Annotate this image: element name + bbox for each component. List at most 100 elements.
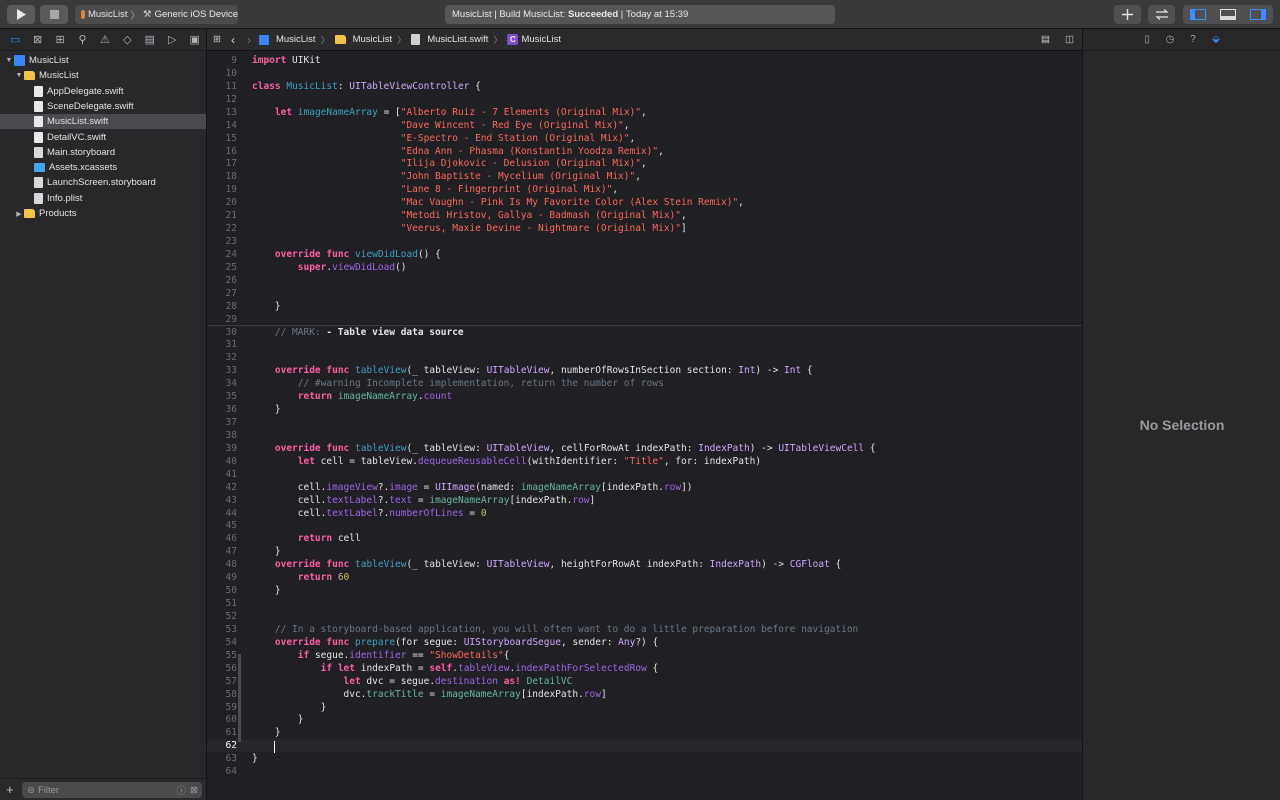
code-line[interactable]: 52 — [207, 610, 1082, 623]
code-line[interactable]: 56 if let indexPath = self.tableView.ind… — [207, 662, 1082, 675]
source-editor[interactable]: 9 import UIKit 10 11 class MusicList: UITabl… — [207, 51, 1082, 800]
jumpbar-group[interactable]: MusicList — [334, 34, 392, 45]
code-line[interactable]: 39 override func tableView(_ tableView: … — [207, 442, 1082, 455]
file-tree-item[interactable]: ▶ Products — [0, 206, 206, 221]
test-icon[interactable]: ◇ — [116, 33, 138, 46]
code-line[interactable]: 25 super.viewDidLoad() — [207, 261, 1082, 274]
code-line[interactable]: 58 dvc.trackTitle = imageNameArray[index… — [207, 688, 1082, 701]
add-editor-icon[interactable]: ◫ — [1065, 34, 1074, 45]
code-line[interactable]: 9 import UIKit — [207, 54, 1082, 67]
stop-button[interactable] — [40, 5, 68, 24]
code-line[interactable]: 59 } — [207, 701, 1082, 714]
code-line[interactable]: 21 "Metodi Hristov, Gallya - Badmash (Or… — [207, 209, 1082, 222]
code-review-button[interactable] — [1148, 5, 1175, 24]
code-line[interactable]: 64 — [207, 765, 1082, 778]
report-icon[interactable]: ▣ — [184, 33, 206, 46]
code-line[interactable]: 61 } — [207, 726, 1082, 739]
code-line[interactable]: 35 return imageNameArray.count — [207, 390, 1082, 403]
code-line[interactable]: 30 // MARK: - Table view data source — [207, 326, 1082, 339]
history-icon[interactable]: ◷ — [1164, 34, 1177, 45]
forward-button[interactable]: › — [247, 33, 251, 47]
code-line[interactable]: 62 — [207, 739, 1082, 753]
code-line[interactable]: 27 — [207, 287, 1082, 300]
folder-icon[interactable]: ▭ — [4, 33, 26, 46]
file-tree-item[interactable]: Main.storyboard — [0, 145, 206, 160]
jumpbar-file[interactable]: MusicList.swift — [411, 34, 488, 45]
code-line[interactable]: 24 override func viewDidLoad() { — [207, 248, 1082, 261]
navigator-toggle-icon[interactable] — [1190, 9, 1206, 20]
code-line[interactable]: 46 return cell — [207, 532, 1082, 545]
file-tree-item[interactable]: ▼ MusicList — [0, 68, 206, 83]
inspector-toggle-icon[interactable] — [1250, 9, 1266, 20]
code-line[interactable]: 17 "Ilija Djokovic - Delusion (Original … — [207, 157, 1082, 170]
code-line[interactable]: 47 } — [207, 545, 1082, 558]
add-icon[interactable]: + — [6, 783, 14, 796]
code-line[interactable]: 15 "E-Spectro - End Station (Original Mi… — [207, 132, 1082, 145]
code-line[interactable]: 28 } — [207, 300, 1082, 313]
code-line[interactable]: 57 let dvc = segue.destination as! Detai… — [207, 675, 1082, 688]
symbol-icon[interactable]: ⊞ — [49, 33, 71, 46]
related-items-icon[interactable]: ⊞ — [213, 34, 221, 45]
attributes-icon[interactable]: ⬙ — [1210, 34, 1223, 45]
code-line[interactable]: 33 override func tableView(_ tableView: … — [207, 364, 1082, 377]
file-tree-item[interactable]: ▼ MusicList — [0, 53, 206, 68]
help-icon[interactable]: ? — [1187, 34, 1200, 45]
file-tree-item[interactable]: LaunchScreen.storyboard — [0, 175, 206, 190]
code-line[interactable]: 11 class MusicList: UITableViewController… — [207, 80, 1082, 93]
jumpbar-symbol[interactable]: C MusicList — [507, 34, 561, 45]
code-line[interactable]: 10 — [207, 67, 1082, 80]
code-line[interactable]: 44 cell.textLabel?.numberOfLines = 0 — [207, 507, 1082, 520]
code-line[interactable]: 26 — [207, 274, 1082, 287]
library-button[interactable] — [1114, 5, 1141, 24]
scheme-selector[interactable]: MusicList 〉 ⚒ Generic iOS Device — [75, 5, 238, 24]
breakpoint-icon[interactable]: ▷ — [161, 33, 183, 46]
warning-icon[interactable]: ⚠ — [94, 33, 116, 46]
file-tree-item[interactable]: MusicList.swift — [0, 114, 206, 130]
back-button[interactable]: ‹ — [231, 33, 235, 47]
code-line[interactable]: 45 — [207, 519, 1082, 532]
code-line[interactable]: 36 } — [207, 403, 1082, 416]
code-line[interactable]: 13 let imageNameArray = ["Alberto Ruiz -… — [207, 106, 1082, 119]
code-line[interactable]: 20 "Mac Vaughn - Pink Is My Favorite Col… — [207, 196, 1082, 209]
run-button[interactable] — [7, 5, 35, 24]
file-tree-item[interactable]: SceneDelegate.swift — [0, 99, 206, 114]
code-line[interactable]: 55 if segue.identifier == "ShowDetails"{ — [207, 649, 1082, 662]
recent-files-icon[interactable]: ⓘ — [176, 783, 186, 797]
code-line[interactable]: 49 return 60 — [207, 571, 1082, 584]
code-line[interactable]: 22 "Veerus, Maxie Devine - Nightmare (Or… — [207, 222, 1082, 235]
source-control-icon[interactable]: ⊠ — [26, 33, 48, 46]
code-line[interactable]: 19 "Lane 8 - Fingerprint (Original Mix)"… — [207, 183, 1082, 196]
code-line[interactable]: 41 — [207, 468, 1082, 481]
code-line[interactable]: 32 — [207, 351, 1082, 364]
filter-input[interactable]: ⊜ Filter ⓘ ⊠ — [22, 782, 202, 798]
code-line[interactable]: 50 } — [207, 584, 1082, 597]
file-tree-item[interactable]: DetailVC.swift — [0, 130, 206, 145]
scm-filter-icon[interactable]: ⊠ — [190, 785, 198, 796]
code-line[interactable]: 38 — [207, 429, 1082, 442]
disclosure-down-icon[interactable]: ▼ — [14, 72, 24, 79]
code-line[interactable]: 48 override func tableView(_ tableView: … — [207, 558, 1082, 571]
code-line[interactable]: 40 let cell = tableView.dequeueReusableC… — [207, 455, 1082, 468]
file-tree-item[interactable]: Info.plist — [0, 191, 206, 206]
code-line[interactable]: 31 — [207, 338, 1082, 351]
code-line[interactable]: 63} — [207, 752, 1082, 765]
code-line[interactable]: 60 } — [207, 713, 1082, 726]
code-line[interactable]: 51 — [207, 597, 1082, 610]
code-line[interactable]: 42 cell.imageView?.image = UIImage(named… — [207, 481, 1082, 494]
file-tree-item[interactable]: AppDelegate.swift — [0, 84, 206, 99]
editor-options-icon[interactable]: ▤ — [1041, 34, 1050, 45]
code-line[interactable]: 29 — [207, 313, 1082, 326]
code-line[interactable]: 23 — [207, 235, 1082, 248]
code-line[interactable]: 37 — [207, 416, 1082, 429]
jumpbar-project[interactable]: MusicList — [258, 34, 316, 45]
code-line[interactable]: 14 "Dave Wincent - Red Eye (Original Mix… — [207, 119, 1082, 132]
code-line[interactable]: 16 "Edna Ann - Phasma (Konstantin Yoodza… — [207, 145, 1082, 158]
debug-icon[interactable]: ▤ — [139, 33, 161, 46]
disclosure-down-icon[interactable]: ▼ — [4, 57, 14, 64]
debug-area-toggle-icon[interactable] — [1220, 9, 1236, 20]
file-inspector-icon[interactable]: ▯ — [1141, 34, 1154, 45]
disclosure-right-icon[interactable]: ▶ — [14, 210, 24, 218]
code-line[interactable]: 18 "John Baptiste - Mycelium (Original M… — [207, 170, 1082, 183]
code-line[interactable]: 54 override func prepare(for segue: UISt… — [207, 636, 1082, 649]
code-line[interactable]: 12 — [207, 93, 1082, 106]
